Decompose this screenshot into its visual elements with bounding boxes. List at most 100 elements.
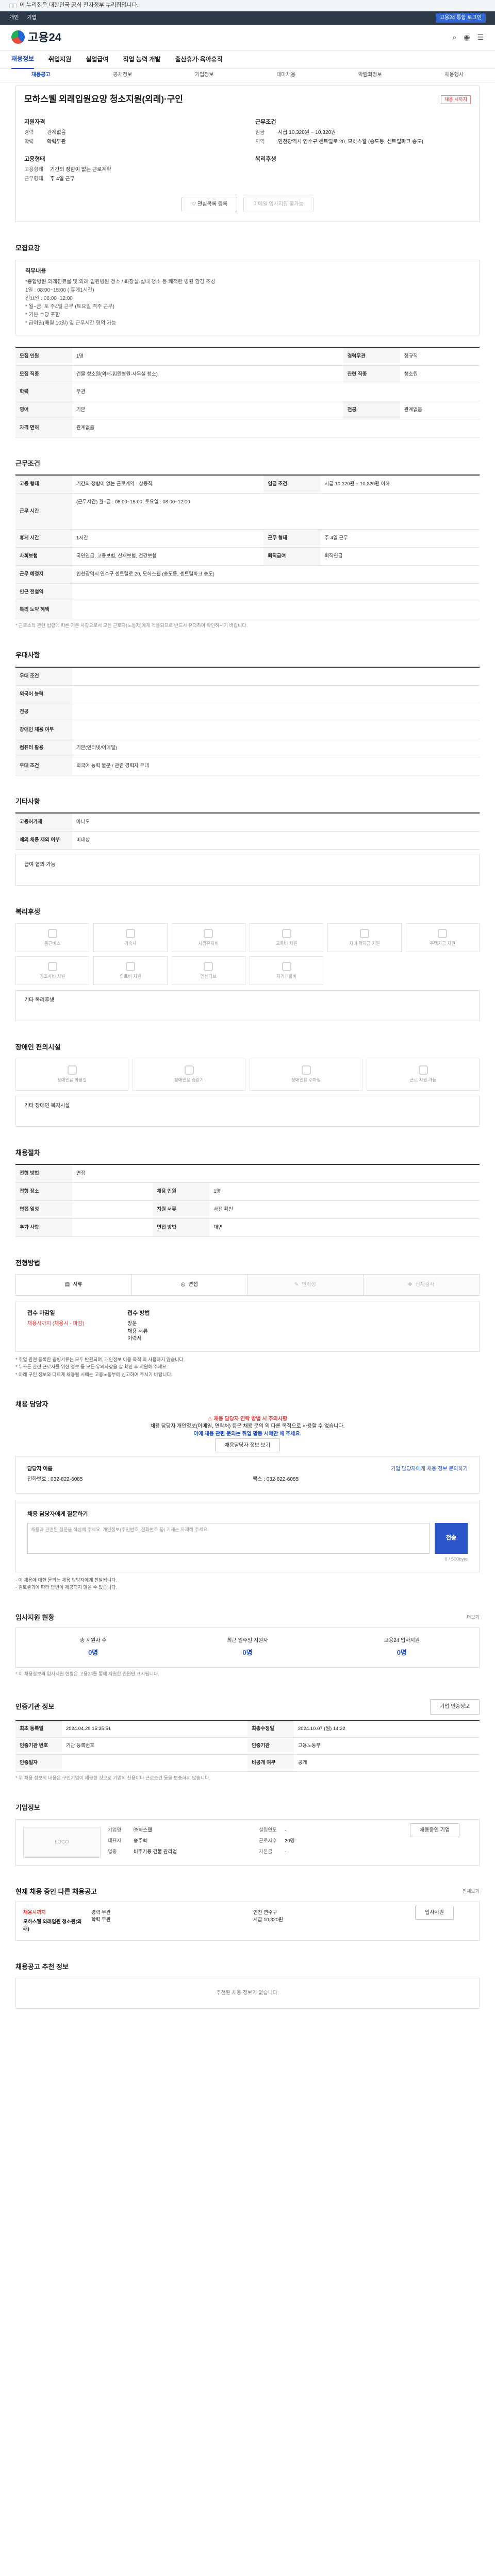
other-job-apply-button[interactable]: 입사지원 xyxy=(415,1906,454,1920)
welfare-item: 자기개발비 xyxy=(249,956,324,985)
house-icon xyxy=(438,928,448,938)
user-icon[interactable]: ◉ xyxy=(464,32,470,42)
incentive-icon xyxy=(204,961,213,971)
send-question-button[interactable]: 전송 xyxy=(435,1522,468,1554)
info-value xyxy=(62,1755,248,1772)
site-header: 고용24 ⌕ ◉ ☰ xyxy=(0,25,495,50)
add-favorite-label: 관심목록 등록 xyxy=(197,201,228,207)
search-icon[interactable]: ⌕ xyxy=(452,32,456,42)
company-value: 송주혁 xyxy=(134,1838,147,1844)
welfare-note-box: 기타 복리후생 xyxy=(15,990,480,1021)
aptitude-icon: ✎ xyxy=(294,1282,299,1288)
table-key: 우대 조건 xyxy=(15,667,72,686)
work-note: * 근로소득 관련 법령에 따른 기본 사항으로서 모든 근로자(노동자)에게 … xyxy=(15,623,248,629)
cert-info-button[interactable]: 기업 인증정보 xyxy=(430,1699,480,1715)
career-value: 관계없음 xyxy=(47,129,66,135)
car-icon xyxy=(204,928,213,938)
physical-icon: ✚ xyxy=(408,1282,412,1288)
tab-interview[interactable]: ◎ 면접 xyxy=(132,1275,248,1296)
job-title: 모하스웰 외래입원요양 청소지원(외래)·구인 xyxy=(24,94,183,104)
table-row: 근무 시간 (근무시간) 월~금 : 08:00~15:00, 토요일 : 08:… xyxy=(15,493,480,530)
facility-note-box: 기타 장애인 복지시설 xyxy=(15,1095,480,1127)
nav-vocational-training[interactable]: 직업 능력 개발 xyxy=(123,55,161,64)
welfare-item: 기숙사 xyxy=(93,923,168,952)
other-job-deadline: 채용시까지 xyxy=(23,1910,46,1916)
stats-more-link[interactable]: 더보기 xyxy=(467,1614,480,1621)
logo-mark-icon xyxy=(11,30,25,44)
manager-alert: ⚠ 채용 담당자 연락 방법 시 주의사항 xyxy=(207,1416,288,1422)
tab-aptitude[interactable]: ✎ 인적성 xyxy=(248,1275,364,1296)
selection-steps-tabs: ▤ 서류 ◎ 면접 ✎ 인적성 ✚ 신체검사 xyxy=(15,1274,480,1296)
facility-label: 장애인용 화장실 xyxy=(57,1077,87,1083)
tab-label: 신체검사 xyxy=(415,1282,435,1288)
job-description-section: 모집요강 직무내용 *종합병원 외래진료를 및 외래·입원병원 청소 / 화장실… xyxy=(15,244,480,437)
table-key: 지원 서류 xyxy=(153,1200,210,1219)
nav-job-info[interactable]: 채용정보 xyxy=(11,50,35,70)
table-key: 외국어 능력 xyxy=(15,685,72,704)
subnav-theme-recruitment[interactable]: 테마채용 xyxy=(276,72,295,79)
byte-counter: 0 / 500byte xyxy=(444,1556,468,1562)
tab-physical[interactable]: ✚ 신체검사 xyxy=(363,1275,479,1296)
nav-employment-support[interactable]: 취업지원 xyxy=(48,55,71,64)
table-key: 전형 방법 xyxy=(15,1164,72,1183)
other-job-card[interactable]: 채용시까지 모하스웰 외래입원 청소원(외래) 경력 무관 학력 무관 인천 연… xyxy=(15,1902,480,1941)
subnav-job-postings[interactable]: 채용공고 xyxy=(31,72,51,79)
table-key: 학력 xyxy=(15,383,72,402)
email-apply-button[interactable]: 이메일 입사지원 불가능 xyxy=(243,196,314,213)
table-value: 정규직 xyxy=(400,347,480,366)
preference-table: 우대 조건 외국어 능력 전공 장애인 채용 여부 컴퓨터 활용 기본(인터넷/이… xyxy=(15,666,480,775)
integrated-login-button[interactable]: 고용24 통합 로그인 xyxy=(435,13,486,23)
tab-document[interactable]: ▤ 서류 xyxy=(16,1275,132,1296)
table-key: 복리 노약 혜택 xyxy=(15,601,72,620)
manager-inquiry-link[interactable]: 기업 담당자에게 채용 정보 문의하기 xyxy=(391,1466,468,1473)
section-title: 인증기관 정보 xyxy=(15,1702,55,1710)
other-job-attr: 경력 무관 xyxy=(91,1910,111,1916)
topbar-company-link[interactable]: 기업 xyxy=(27,14,36,22)
subnav-job-fair[interactable]: 박람회정보 xyxy=(358,72,382,79)
table-key: 사회보험 xyxy=(15,547,72,566)
other-jobs-more-link[interactable]: 전체보기 xyxy=(463,1888,480,1895)
question-textarea[interactable]: 채용과 관련된 질문을 작성해 주세요. 개인정보(주민번호, 전화번호 등) … xyxy=(27,1522,430,1554)
section-title: 채용 담당자 xyxy=(15,1400,48,1408)
table-key: 고용허가제 xyxy=(15,813,72,832)
table-key: 장애인 채용 여부 xyxy=(15,721,72,740)
table-key: 면접 방법 xyxy=(153,1218,210,1237)
table-row: 전형 방법 면접 xyxy=(15,1164,480,1183)
method-item: 방문 xyxy=(127,1321,137,1327)
gift-icon xyxy=(47,961,57,971)
subnav-public-recruitment[interactable]: 공채정보 xyxy=(113,72,132,79)
info-value: 2024.10.07 (월) 14:22 xyxy=(294,1721,480,1738)
table-row: 자격 면허 관계없음 xyxy=(15,419,480,437)
menu-icon[interactable]: ☰ xyxy=(477,32,484,42)
facility-label: 장애인용 승강기 xyxy=(174,1077,204,1083)
subnav-events[interactable]: 채용행사 xyxy=(444,72,464,79)
table-value xyxy=(72,1218,153,1237)
nav-unemployment-benefits[interactable]: 실업급여 xyxy=(86,55,108,64)
table-value: (근무시간) 월~금 : 08:00~15:00, 토요일 : 08:00~12… xyxy=(72,493,480,530)
site-logo[interactable]: 고용24 xyxy=(11,29,61,46)
apply-section: 채용절차 전형 방법 면접 전형 장소 채용 인원 1명 면접 일정 지원 서류 사전 확… xyxy=(15,1148,480,1237)
company-jobs-button[interactable]: 채용중인 기업 xyxy=(410,1823,459,1837)
table-value xyxy=(72,667,480,686)
view-manager-button[interactable]: 채용담당자 정보 보기 xyxy=(214,1438,280,1453)
table-value: 대면 xyxy=(209,1218,480,1237)
method-heading: 접수 방법 xyxy=(127,1310,150,1317)
company-value: 비주거용 건물 관리업 xyxy=(134,1849,177,1855)
subnav-company-info[interactable]: 기업정보 xyxy=(195,72,214,79)
cert-info-section: 인증기관 정보 기업 인증정보 최초 등록일 2024.04.29 15:35:51… xyxy=(15,1699,480,1782)
facility-item: 장애인용 승강기 xyxy=(133,1058,245,1091)
table-value: 국민연금, 고용보험, 산재보험, 건강보험 xyxy=(72,547,264,566)
section-title: 우대사항 xyxy=(15,651,40,659)
tel-value: 032-822-6085 xyxy=(51,1477,83,1483)
add-favorite-button[interactable]: ♡ 관심목록 등록 xyxy=(182,196,238,213)
table-row: 인근 전철역 xyxy=(15,583,480,602)
table-row: 우대 조건 외국어 능력 불문 / 관련 경력자 우대 xyxy=(15,757,480,775)
table-value xyxy=(72,1200,153,1219)
welfare-label: 교육비 지원 xyxy=(275,940,298,946)
other-job-title[interactable]: 모하스웰 외래입원 청소원(외래) xyxy=(23,1919,85,1933)
stat-total: 총 지원자 수 0명 xyxy=(16,1637,170,1657)
company-key: 기업명 xyxy=(108,1827,122,1833)
topbar-personal-link[interactable]: 개인 xyxy=(9,14,19,22)
notice-bullet: * 아래 구인 정보와 다르게 채용될 시에는 고용노동부에 신고하여 주시기 … xyxy=(15,1371,173,1377)
nav-parental-leave[interactable]: 출산휴가·육아휴직 xyxy=(175,55,222,64)
